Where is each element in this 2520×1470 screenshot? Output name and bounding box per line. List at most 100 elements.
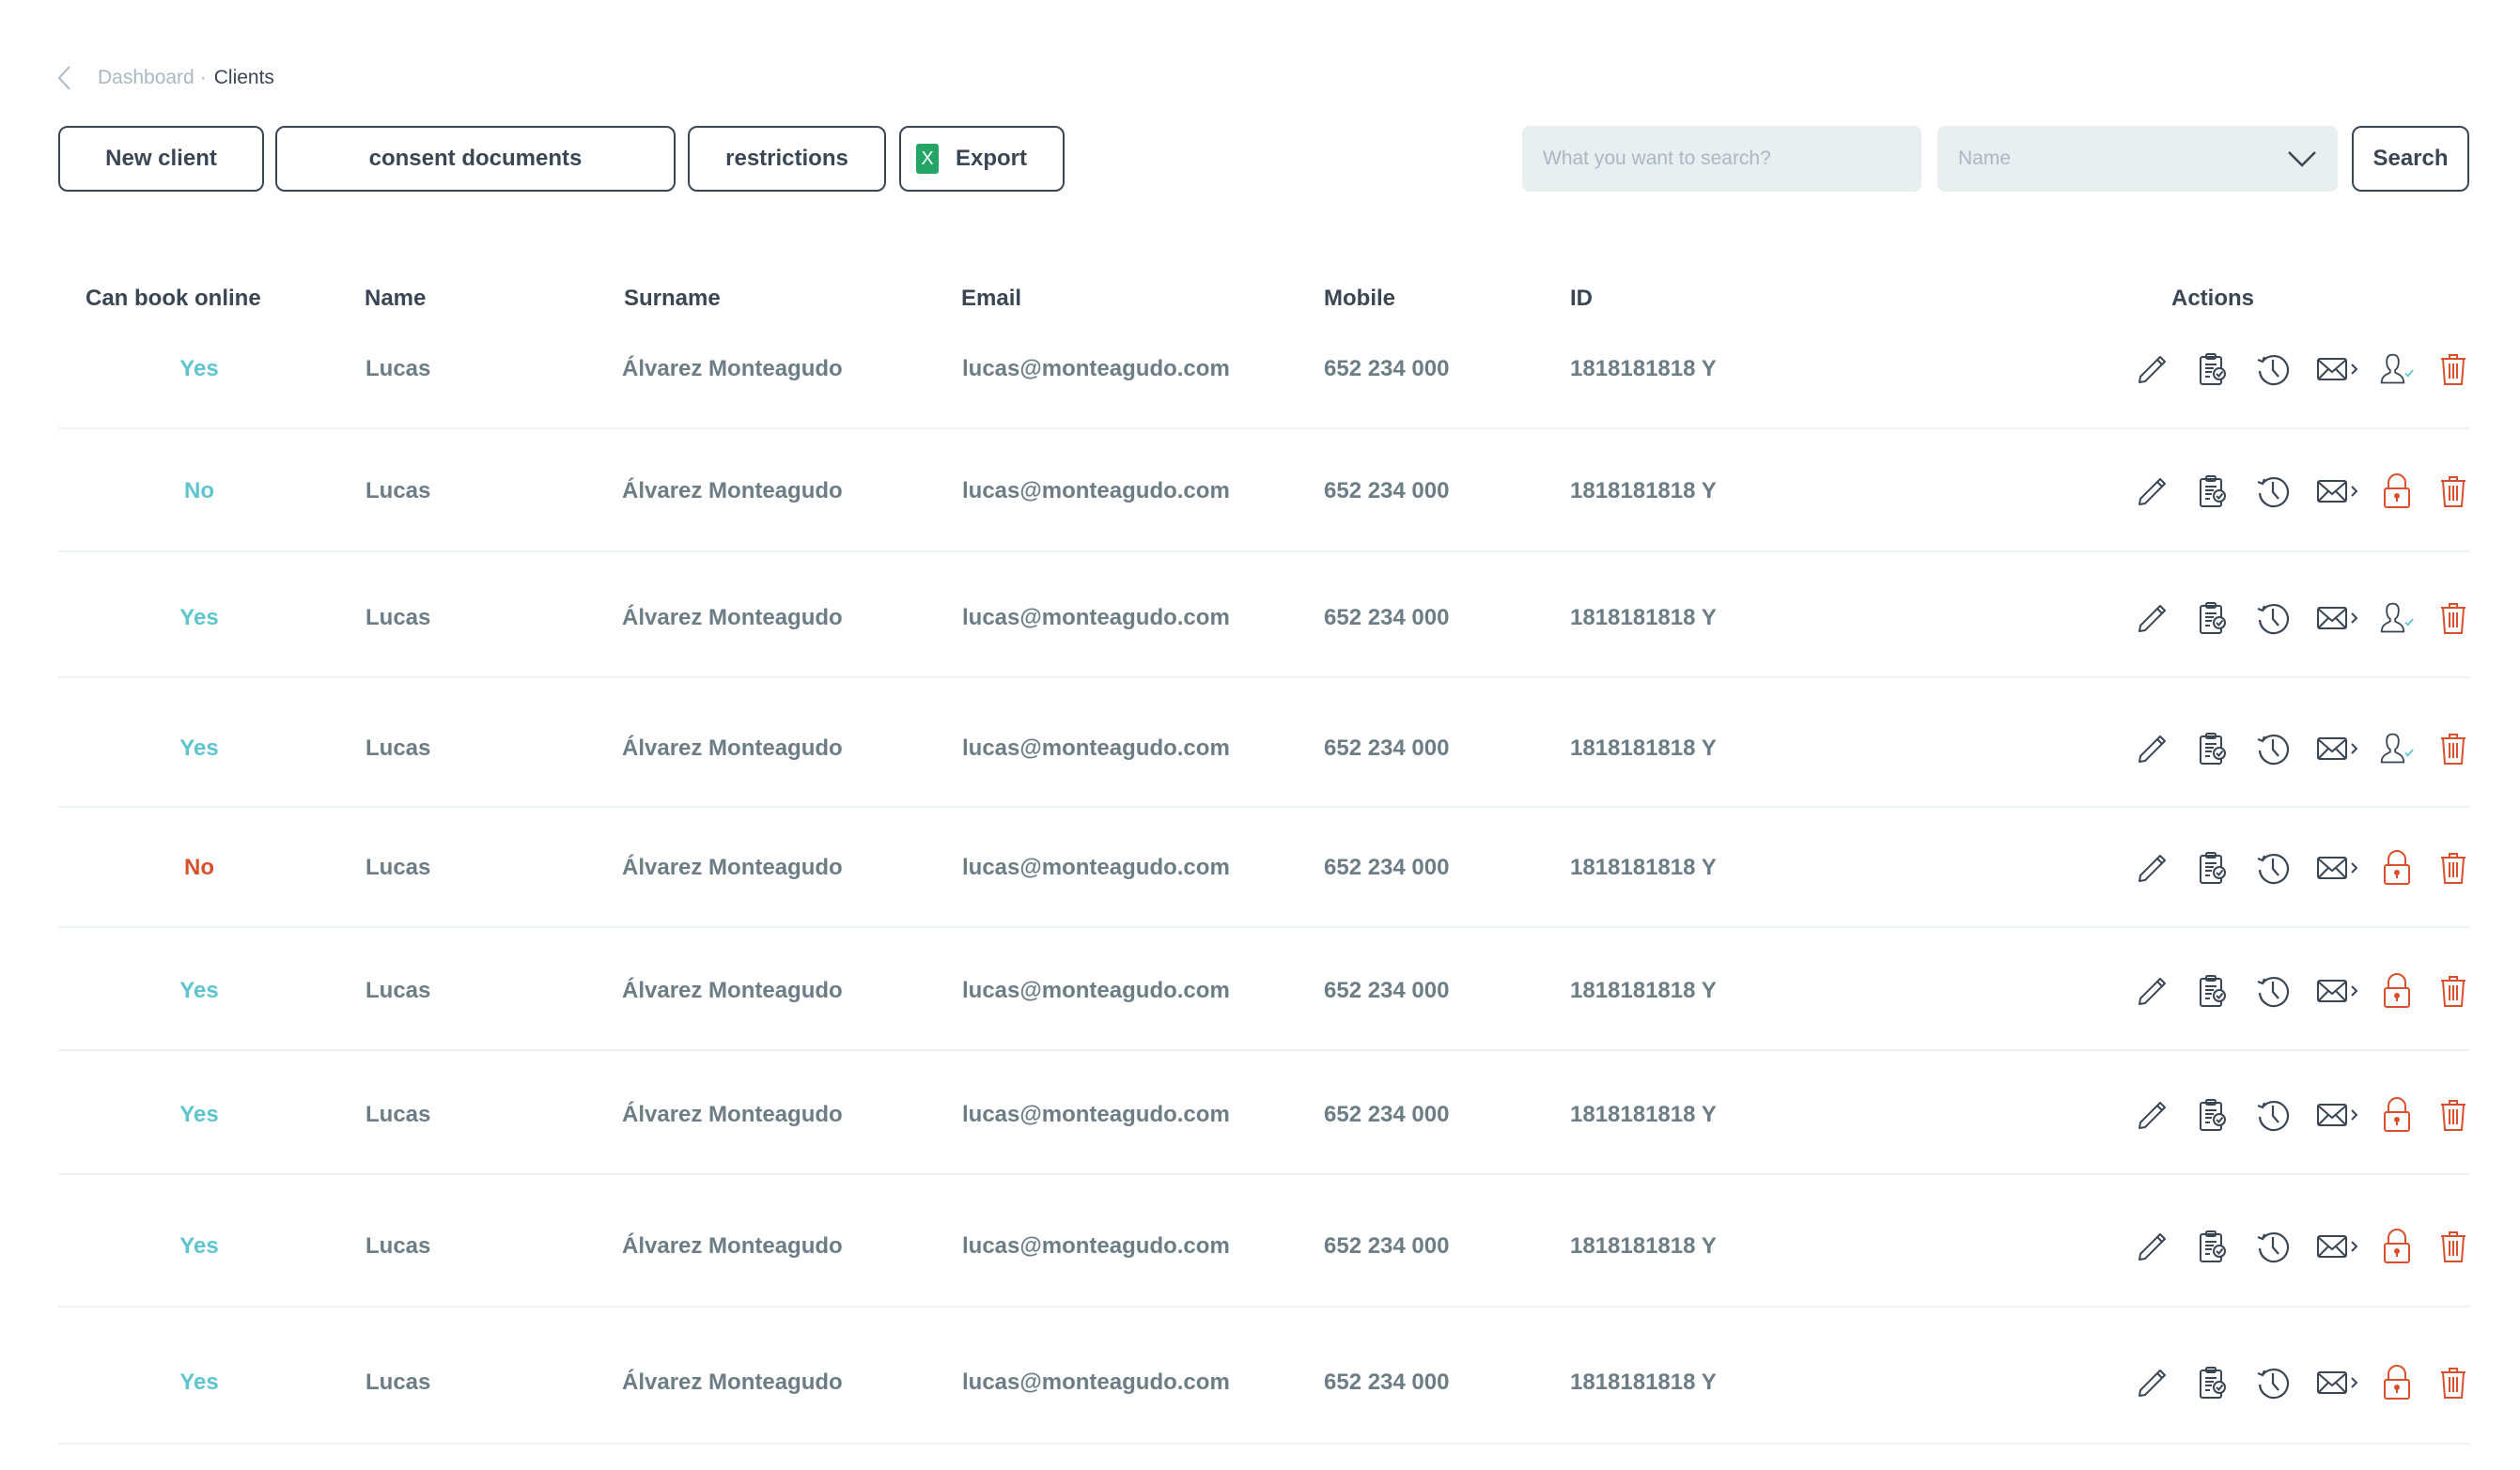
pencil-icon[interactable] — [2135, 973, 2170, 1009]
history-icon[interactable] — [2255, 1365, 2291, 1400]
history-icon[interactable] — [2255, 1229, 2291, 1264]
column-header-surname[interactable]: Surname — [624, 286, 721, 312]
pencil-icon[interactable] — [2135, 1229, 2170, 1264]
table-row[interactable]: Yes Lucas Álvarez Monteagudo lucas@monte… — [58, 928, 2469, 1051]
column-header-mobile[interactable]: Mobile — [1324, 286, 1395, 312]
trash-icon[interactable] — [2435, 351, 2471, 387]
table-row[interactable]: No Lucas Álvarez Monteagudo lucas@montea… — [58, 429, 2469, 552]
name-cell: Lucas — [366, 735, 431, 761]
mail-send-icon[interactable] — [2315, 850, 2360, 886]
trash-icon[interactable] — [2435, 850, 2471, 886]
column-header-name[interactable]: Name — [365, 286, 426, 312]
clipboard-check-icon[interactable] — [2195, 351, 2231, 387]
pencil-icon[interactable] — [2135, 473, 2170, 509]
history-icon[interactable] — [2255, 850, 2291, 886]
chevron-left-icon[interactable] — [56, 64, 73, 92]
trash-icon[interactable] — [2435, 600, 2471, 636]
lock-icon[interactable] — [2379, 973, 2415, 1009]
column-header-id: ID — [1570, 286, 1593, 311]
trash-icon[interactable] — [2435, 731, 2471, 766]
clipboard-check-icon[interactable] — [2195, 850, 2231, 886]
history-icon[interactable] — [2255, 351, 2291, 387]
user-check-icon[interactable] — [2379, 351, 2415, 387]
clipboard-check-icon[interactable] — [2195, 1097, 2231, 1133]
mail-send-icon[interactable] — [2315, 473, 2360, 509]
clipboard-check-icon[interactable] — [2195, 473, 2231, 509]
trash-icon[interactable] — [2435, 1229, 2471, 1264]
new-client-button[interactable]: New client — [58, 126, 264, 192]
pencil-icon[interactable] — [2135, 351, 2170, 387]
export-button[interactable]: X Export — [899, 126, 1065, 192]
table-row[interactable]: Yes Lucas Álvarez Monteagudo lucas@monte… — [58, 1175, 2469, 1308]
mobile-cell: 652 234 000 — [1324, 978, 1450, 1003]
mail-send-icon[interactable] — [2315, 731, 2360, 766]
clipboard-check-icon[interactable] — [2195, 973, 2231, 1009]
trash-icon[interactable] — [2435, 1097, 2471, 1133]
search-field-select[interactable]: Name — [1937, 126, 2338, 192]
clipboard-check-icon[interactable] — [2195, 1229, 2231, 1264]
search-button[interactable]: Search — [2352, 126, 2469, 192]
surname-cell: Álvarez Monteagudo — [622, 1369, 843, 1395]
column-header-can-book-online[interactable]: Can book online — [86, 286, 261, 312]
mail-send-icon[interactable] — [2315, 1365, 2360, 1400]
table-header: Can book online Name Surname Email Mobil… — [58, 272, 2469, 329]
pencil-icon[interactable] — [2135, 850, 2170, 886]
lock-icon[interactable] — [2379, 850, 2415, 886]
mail-send-icon[interactable] — [2315, 600, 2360, 636]
clipboard-check-icon[interactable] — [2195, 1365, 2231, 1400]
clipboard-check-icon[interactable] — [2195, 600, 2231, 636]
row-actions — [2135, 473, 2471, 509]
row-actions — [2135, 973, 2471, 1009]
history-icon[interactable] — [2255, 731, 2291, 766]
table-row[interactable]: Yes Lucas Álvarez Monteagudo lucas@monte… — [58, 338, 2469, 429]
pencil-icon[interactable] — [2135, 1365, 2170, 1400]
user-check-icon[interactable] — [2379, 600, 2415, 636]
search-input[interactable] — [1522, 126, 1921, 192]
mobile-cell: 652 234 000 — [1324, 1102, 1450, 1127]
pencil-icon[interactable] — [2135, 731, 2170, 766]
mobile-cell: 652 234 000 — [1324, 478, 1450, 503]
table-row[interactable]: Yes Lucas Álvarez Monteagudo lucas@monte… — [58, 1051, 2469, 1175]
table-row[interactable]: No Lucas Álvarez Monteagudo lucas@montea… — [58, 808, 2469, 928]
mail-send-icon[interactable] — [2315, 1229, 2360, 1264]
table-row[interactable]: Yes Lucas Álvarez Monteagudo lucas@monte… — [58, 678, 2469, 808]
mail-send-icon[interactable] — [2315, 1097, 2360, 1133]
history-icon[interactable] — [2255, 600, 2291, 636]
mail-send-icon[interactable] — [2315, 351, 2360, 387]
trash-icon[interactable] — [2435, 473, 2471, 509]
column-header-email[interactable]: Email — [961, 286, 1021, 312]
id-cell: 1818181818 Y — [1570, 1233, 1717, 1259]
pencil-icon[interactable] — [2135, 600, 2170, 636]
clipboard-check-icon[interactable] — [2195, 731, 2231, 766]
mail-send-icon[interactable] — [2315, 973, 2360, 1009]
mobile-cell: 652 234 000 — [1324, 1233, 1450, 1259]
restrictions-button[interactable]: restrictions — [688, 126, 886, 192]
table-row[interactable]: Yes Lucas Álvarez Monteagudo lucas@monte… — [58, 552, 2469, 678]
name-cell: Lucas — [366, 605, 431, 630]
can-book-online-value: Yes — [179, 356, 219, 381]
user-check-icon[interactable] — [2379, 731, 2415, 766]
email-cell: lucas@monteagudo.com — [962, 978, 1230, 1003]
email-cell: lucas@monteagudo.com — [962, 1102, 1230, 1127]
search-field-selected-value: Name — [1958, 147, 2012, 169]
history-icon[interactable] — [2255, 973, 2291, 1009]
history-icon[interactable] — [2255, 1097, 2291, 1133]
trash-icon[interactable] — [2435, 973, 2471, 1009]
breadcrumb-dashboard-link[interactable]: Dashboard — [98, 67, 194, 89]
row-actions — [2135, 850, 2471, 886]
lock-icon[interactable] — [2379, 473, 2415, 509]
mobile-cell: 652 234 000 — [1324, 1369, 1450, 1395]
breadcrumb-current-page: Clients — [213, 67, 274, 88]
surname-cell: Álvarez Monteagudo — [622, 605, 843, 630]
history-icon[interactable] — [2255, 473, 2291, 509]
pencil-icon[interactable] — [2135, 1097, 2170, 1133]
lock-icon[interactable] — [2379, 1365, 2415, 1400]
surname-cell: Álvarez Monteagudo — [622, 1233, 843, 1259]
consent-documents-button[interactable]: consent documents — [275, 126, 676, 192]
lock-icon[interactable] — [2379, 1097, 2415, 1133]
can-book-online-value: Yes — [179, 978, 219, 1003]
export-button-label: Export — [956, 146, 1028, 171]
lock-icon[interactable] — [2379, 1229, 2415, 1264]
table-row[interactable]: Yes Lucas Álvarez Monteagudo lucas@monte… — [58, 1308, 2469, 1445]
trash-icon[interactable] — [2435, 1365, 2471, 1400]
